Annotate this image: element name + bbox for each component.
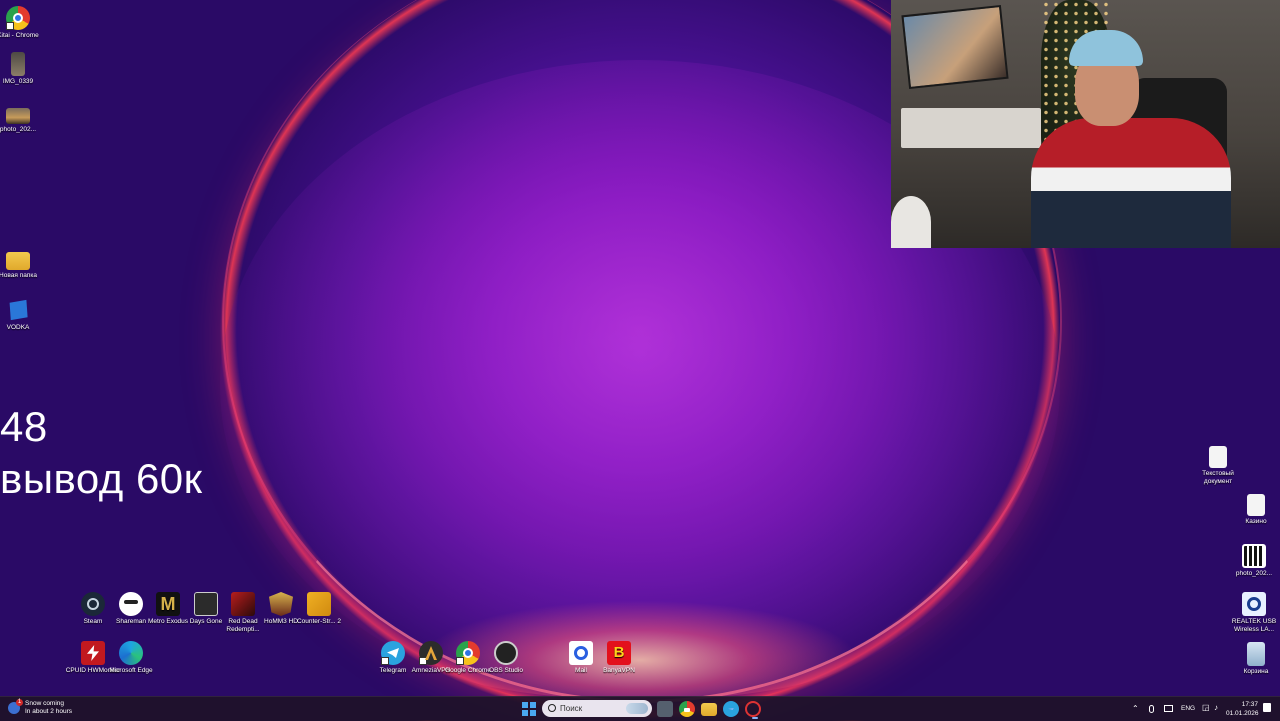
- folder-icon: [6, 252, 30, 270]
- tray-chevron-up-icon[interactable]: ⌃: [1132, 704, 1139, 713]
- edge-icon: [119, 641, 143, 665]
- webcam-sink: [891, 196, 931, 248]
- taskbar-clock[interactable]: 17:37 01.01.2026: [1226, 700, 1259, 718]
- vodka-app-icon: [9, 299, 28, 321]
- chrome-icon: [456, 641, 480, 665]
- webcam-tv: [901, 4, 1009, 90]
- volume-icon[interactable]: ♪: [1214, 703, 1218, 712]
- realtek-icon: [1242, 592, 1266, 616]
- weather-subtitle: In about 2 hours: [25, 708, 72, 715]
- metro-exodus-icon: [156, 592, 180, 616]
- webcam-overlay: [891, 0, 1280, 248]
- search-icon: [548, 704, 556, 712]
- recycle-bin-icon: [1247, 642, 1265, 666]
- search-placeholder: Поиск: [560, 704, 583, 713]
- document-icon: [1247, 494, 1265, 516]
- weather-widget[interactable]: Snow coming In about 2 hours: [8, 699, 72, 716]
- photo-file-icon: [6, 108, 30, 124]
- taskbar-telegram-icon[interactable]: [723, 701, 739, 717]
- telegram-icon: [381, 641, 405, 665]
- overlay-counter: 48: [0, 403, 48, 450]
- desktop-icon-kitai-chrome[interactable]: Kitai - Chrome: [0, 6, 46, 40]
- chrome-icon: [6, 6, 30, 30]
- webcam-person-shirt: [1031, 118, 1231, 248]
- mail-icon: [569, 641, 593, 665]
- desktop-icon-casino[interactable]: Казино: [1228, 494, 1280, 526]
- desktop-icon-obs[interactable]: OBS Studio: [478, 641, 534, 675]
- banya-vpn-icon: [607, 641, 631, 665]
- steam-icon: [81, 592, 105, 616]
- webcam-desk: [901, 108, 1041, 148]
- notification-bell-icon[interactable]: [1263, 703, 1271, 712]
- desktop-icon-img-0339[interactable]: IMG_0339: [0, 52, 46, 86]
- counter-strike-icon: [307, 592, 331, 616]
- desktop-icon-text-document[interactable]: Текстовый документ: [1190, 446, 1246, 486]
- file-explorer-icon[interactable]: [701, 703, 717, 716]
- clock-time: 17:37: [1241, 701, 1258, 708]
- qr-image-icon: [1242, 544, 1266, 568]
- keyboard-icon[interactable]: [1164, 705, 1173, 712]
- image-file-icon: [11, 52, 25, 76]
- clock-date: 01.01.2026: [1226, 710, 1259, 717]
- search-highlight-image: [626, 703, 648, 714]
- desktop-icon-edge[interactable]: Microsoft Edge: [103, 641, 159, 675]
- desktop-icon-new-folder[interactable]: Новая папка: [0, 248, 46, 280]
- task-view-icon[interactable]: [657, 701, 673, 717]
- desktop-icon-photo[interactable]: photo_202...: [0, 108, 46, 134]
- overlay-caption: вывод 60к: [0, 455, 203, 502]
- desktop-icon-banya-vpn[interactable]: BanyaVPN: [591, 641, 647, 675]
- text-document-icon: [1209, 446, 1227, 468]
- microphone-icon[interactable]: [1149, 705, 1154, 713]
- obs-icon: [494, 641, 518, 665]
- desktop-icon-photo-qr[interactable]: photo_202...: [1226, 544, 1280, 578]
- desktop-icon-recycle-bin[interactable]: Корзина: [1228, 642, 1280, 676]
- homm3-icon: [269, 592, 293, 616]
- desktop-icon-realtek[interactable]: REALTEK USB Wireless LA...: [1226, 592, 1280, 634]
- taskbar-obs-icon[interactable]: [745, 701, 761, 719]
- wifi-icon[interactable]: ◲: [1202, 703, 1210, 712]
- start-button[interactable]: [522, 702, 536, 716]
- taskbar-search-box[interactable]: Поиск: [542, 700, 652, 717]
- taskbar-chrome-icon[interactable]: [679, 701, 695, 717]
- language-indicator[interactable]: ENG: [1181, 705, 1195, 712]
- cpuid-icon: [81, 641, 105, 665]
- weather-title: Snow coming: [25, 700, 65, 707]
- taskbar: Snow coming In about 2 hours Поиск ⌃ ENG…: [0, 696, 1280, 721]
- weather-icon: [8, 699, 23, 714]
- desktop-icon-vodka[interactable]: VODKA: [0, 298, 46, 332]
- desktop-icon-counter-strike[interactable]: Counter-Str... 2: [291, 592, 347, 626]
- red-dead-icon: [231, 592, 255, 616]
